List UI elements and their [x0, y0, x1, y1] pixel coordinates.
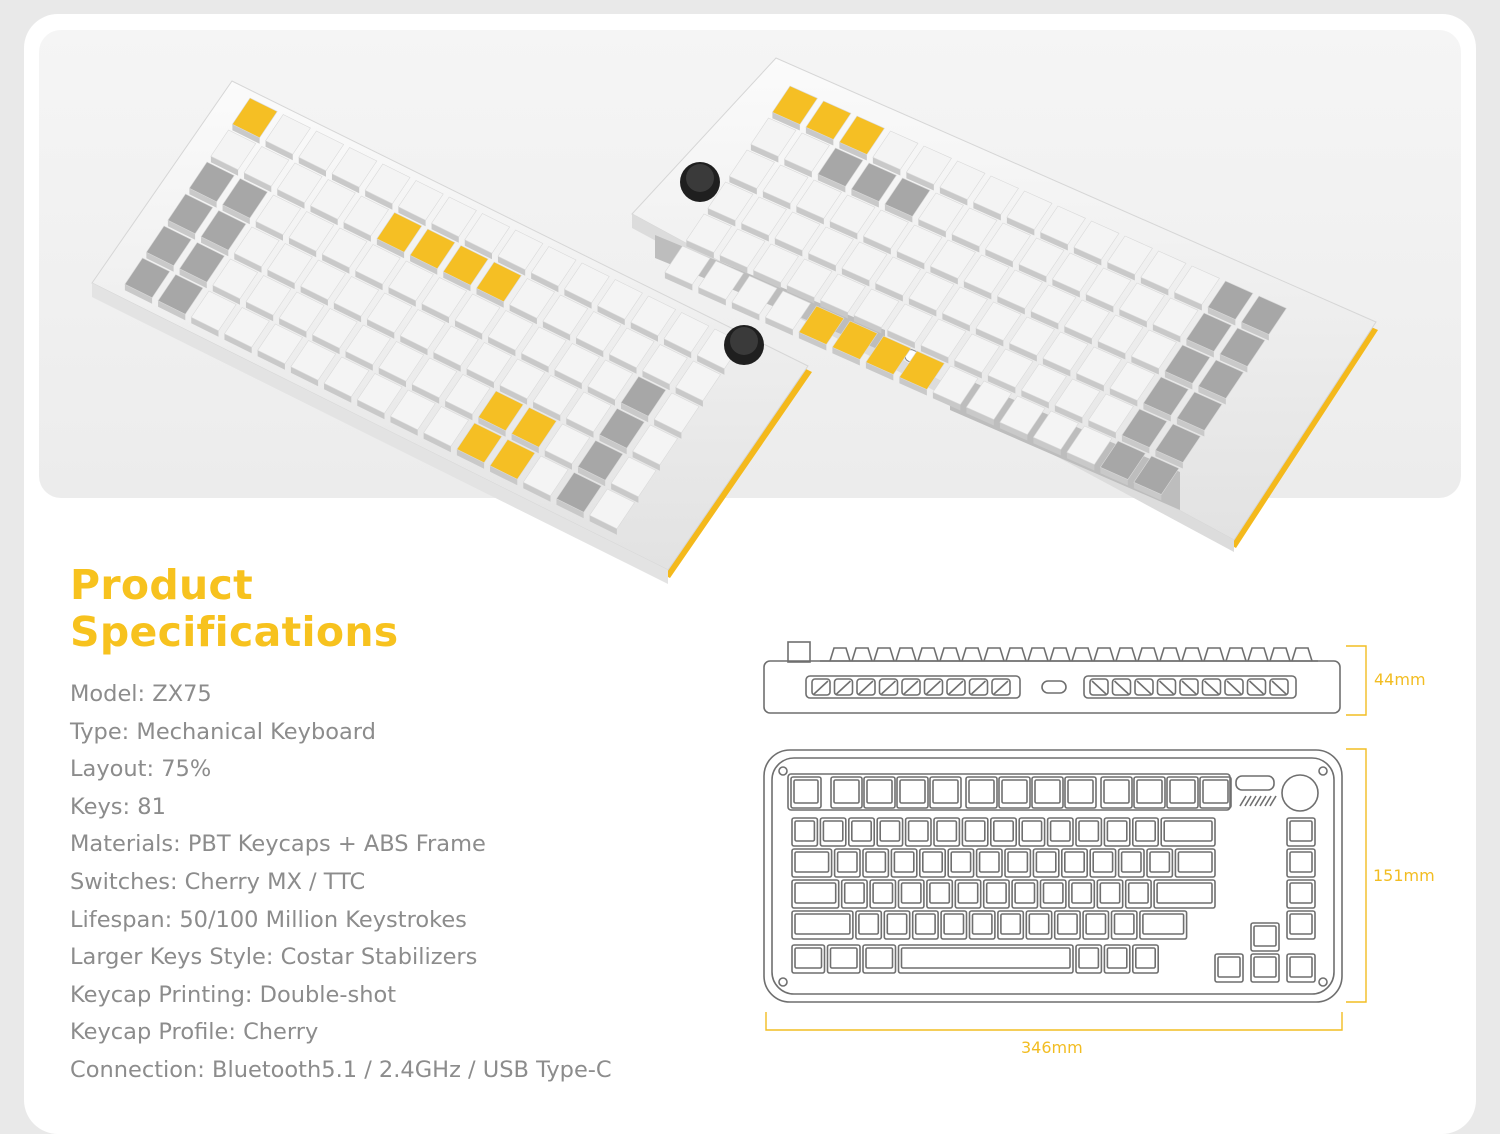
- dimension-width-label: 346mm: [1021, 1038, 1083, 1057]
- spec-materials: Materials: PBT Keycaps + ABS Frame: [70, 831, 486, 858]
- side-view-drawing: [763, 641, 1341, 714]
- page-title: Product Specifications: [70, 562, 399, 656]
- spec-connection: Connection: Bluetooth5.1 / 2.4GHz / USB …: [70, 1056, 612, 1083]
- spec-keycap-printing: Keycap Printing: Double-shot: [70, 981, 397, 1008]
- keyboard-photo-right: [631, 57, 1378, 552]
- top-view-drawing: [763, 749, 1343, 1003]
- spec-list: Model: ZX75 Type: Mechanical Keyboard La…: [70, 676, 612, 1090]
- spec-switches: Switches: Cherry MX / TTC: [70, 868, 366, 895]
- title-line-2: Specifications: [70, 608, 399, 656]
- title-line-1: Product: [70, 561, 253, 609]
- spec-lifespan: Lifespan: 50/100 Million Keystrokes: [70, 906, 467, 933]
- dimension-height-label: 44mm: [1374, 670, 1426, 689]
- dimension-depth-label: 151mm: [1373, 866, 1435, 885]
- spec-keys: Keys: 81: [70, 793, 166, 820]
- spec-larger-keys-style: Larger Keys Style: Costar Stabilizers: [70, 944, 478, 971]
- spec-layout: Layout: 75%: [70, 756, 212, 783]
- spec-model: Model: ZX75: [70, 681, 212, 707]
- spec-type: Type: Mechanical Keyboard: [70, 718, 376, 745]
- spec-keycap-profile: Keycap Profile: Cherry: [70, 1019, 319, 1046]
